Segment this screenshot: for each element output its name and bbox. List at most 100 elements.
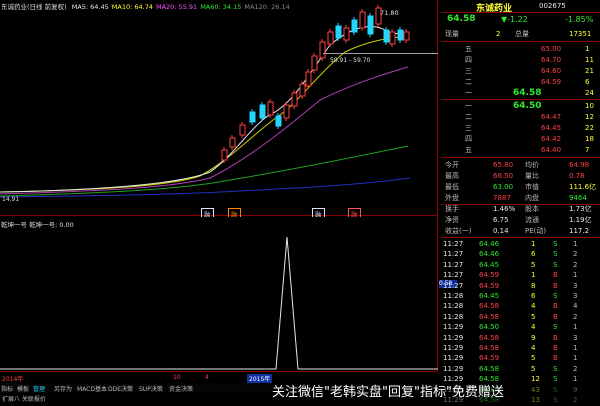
tick-row: 11:29 64.50 4 S 1 <box>441 322 600 333</box>
candle <box>335 25 342 39</box>
indicator-tab[interactable]: MACD基本 <box>77 384 107 393</box>
candle <box>403 31 410 41</box>
stat-value: 9464 <box>569 194 587 202</box>
candle <box>239 124 246 136</box>
tick-time: 11:28 <box>443 312 464 321</box>
stat-label: PE(动) <box>525 227 547 235</box>
tick-time: 11:29 <box>443 344 464 352</box>
tick-count: 1 <box>573 240 578 248</box>
buy-row: 二 64.47 12 <box>441 112 600 123</box>
tick-side: B <box>553 281 558 290</box>
tick-side: S <box>553 240 558 248</box>
tick-count: 2 <box>573 260 578 269</box>
tick-row: 11:27 64.46 6 S 2 <box>441 249 600 260</box>
stat-label: 换手 <box>445 205 459 213</box>
indicator-title: 乾坤一号 乾坤一号: 0.00 <box>1 221 74 229</box>
tick-count: 2 <box>573 250 578 259</box>
high-price-label: 71.80 <box>380 9 399 17</box>
current-volume: 2 <box>496 30 501 38</box>
tick-volume: 6 <box>531 250 536 259</box>
stat-value: 1.73亿 <box>569 205 592 213</box>
buy-level-label: 四 <box>465 135 472 143</box>
tick-count: 1 <box>573 354 578 363</box>
tick-price: 64.46 <box>479 250 500 259</box>
buy-price: 64.42 <box>541 135 562 143</box>
tick-price: 64.58 <box>479 364 500 373</box>
buy-price: 64.47 <box>541 113 562 121</box>
tick-count: 3 <box>573 333 578 342</box>
ma-label: MA120: 26.14 <box>244 3 290 11</box>
tick-volume: 4 <box>531 344 536 352</box>
sell-row: 二 64.59 6 <box>441 77 600 88</box>
candle <box>351 19 358 33</box>
tick-time: 11:27 <box>443 260 464 269</box>
stat-label: 内盘 <box>525 194 539 202</box>
candle <box>229 137 236 148</box>
sell-level-label: 一 <box>465 89 472 97</box>
stat-row: 外盘 7887 内盘 9464 <box>441 193 600 204</box>
indicator-tab[interactable]: SUP决策 <box>139 384 163 393</box>
stat-value: 65.80 <box>493 161 514 169</box>
stat-value: 0.78 <box>569 172 585 180</box>
candle <box>367 15 374 35</box>
price-chart[interactable]: 71.80 59.91 - 59.70 14.91 <box>0 0 438 216</box>
tick-side: S <box>553 292 558 300</box>
tick-count: 3 <box>573 281 578 290</box>
tick-time: 11:28 <box>443 292 464 300</box>
buy-price: 64.45 <box>541 124 562 132</box>
tick-volume: 4 <box>531 323 536 332</box>
quote-panel: 东诚药业 002675 64.58 ▼-1.22 -1.85% 现量 2 总量 … <box>441 0 600 404</box>
tick-row: 11:29 64.58 4 B 1 <box>441 343 600 354</box>
tick-row: 11:27 64.45 5 S 2 <box>441 260 600 271</box>
sell-price: 64.58 <box>513 88 542 98</box>
tick-volume: 5 <box>531 364 536 373</box>
indicator-tab[interactable]: 资金决策 <box>169 384 193 393</box>
candle <box>343 27 350 41</box>
tick-side: B <box>553 354 558 363</box>
tick-time: 11:28 <box>443 302 464 311</box>
buy-level-label: 三 <box>465 124 472 132</box>
current-price: 64.58 <box>447 14 476 24</box>
tick-price: 64.46 <box>479 240 500 248</box>
stat-label: 股本 <box>525 205 539 213</box>
tick-row: 11:28 64.58 5 B 2 <box>441 312 600 323</box>
indicator-chart[interactable] <box>0 217 438 372</box>
sell-row: 四 64.70 11 <box>441 55 600 66</box>
stat-row: 净资 6.75 流通 1.19亿 <box>441 215 600 226</box>
sell-level-label: 四 <box>465 56 472 64</box>
range-label: 59.91 - 59.70 <box>330 57 371 64</box>
candle <box>319 41 326 59</box>
stock-name: 东诚药业 <box>476 4 513 14</box>
buy-volume: 18 <box>585 135 594 143</box>
tick-volume: 1 <box>531 240 536 248</box>
tick-row: 11:28 64.45 6 S 3 <box>441 291 600 302</box>
tick-price: 64.45 <box>479 260 500 269</box>
sell-row: 一 64.58 24 <box>441 88 600 99</box>
tick-time: 11:29 <box>443 354 464 363</box>
indicator-tab[interactable]: DDE决策 <box>108 384 133 393</box>
ma-label: MA10: 64.74 <box>111 3 153 11</box>
date-left: 2014年 <box>2 376 24 383</box>
buy-volume: 22 <box>585 124 594 132</box>
sell-row: 三 64.60 21 <box>441 66 600 77</box>
sell-row: 五 65.00 1 <box>441 44 600 55</box>
total-volume-label: 总量 <box>515 30 529 38</box>
indicator-tab[interactable]: 指标 <box>1 384 13 393</box>
indicator-tab[interactable]: 模板 <box>17 384 29 393</box>
sell-volume: 24 <box>585 89 594 97</box>
tick-side: B <box>553 333 558 342</box>
buy-level-label: 一 <box>465 102 472 110</box>
extra-bar: 扩展八 关联报价 <box>2 396 46 403</box>
chart-title-bar: 东诚药业(日线 前复权) MA5: 64.45 MA10: 64.74 MA20: … <box>1 1 293 11</box>
tick-volume: 6 <box>531 292 536 300</box>
indicator-tab[interactable]: 管理 <box>33 384 45 393</box>
tick-time: 11:27 <box>443 240 464 248</box>
tick-volume: 4 <box>531 302 536 311</box>
tick-side: B <box>553 271 558 280</box>
tick-volume: 9 <box>531 333 536 342</box>
indicator-tab[interactable]: 另存为 <box>54 384 72 393</box>
tick-price: 64.59 <box>479 281 500 290</box>
tick-price: 64.50 <box>479 323 500 332</box>
stat-row: 最高 66.50 量比 0.78 <box>441 171 600 182</box>
buy-row: 三 64.45 22 <box>441 123 600 134</box>
